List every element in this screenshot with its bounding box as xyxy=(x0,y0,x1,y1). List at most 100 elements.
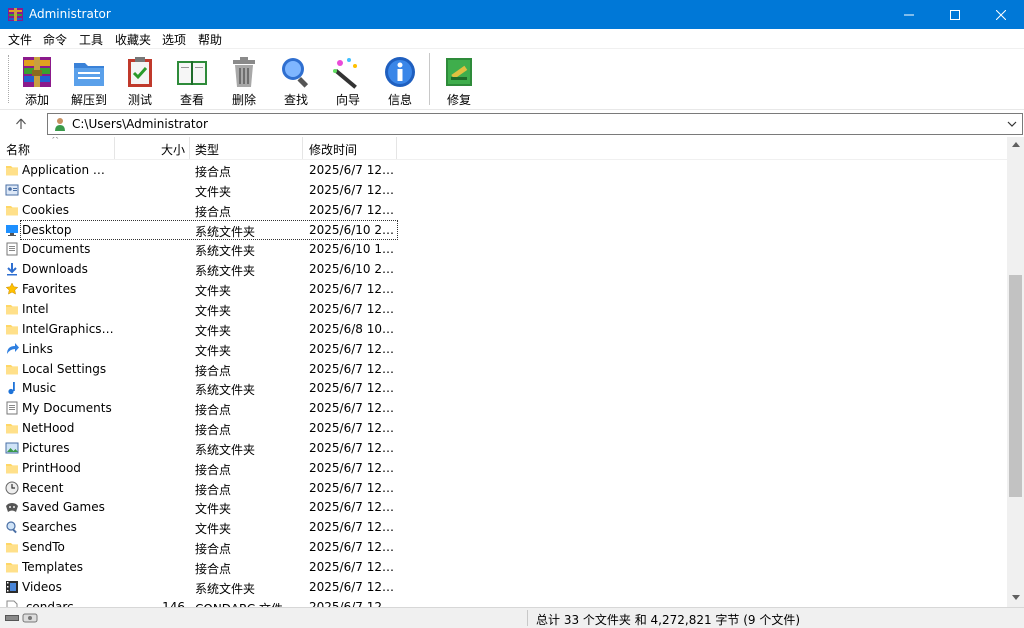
menu-file[interactable]: 文件 xyxy=(8,31,32,48)
file-name: My Documents xyxy=(22,401,112,416)
find-icon xyxy=(282,58,309,88)
toolbar-separator xyxy=(429,53,430,105)
drive-status-icon[interactable] xyxy=(5,612,39,624)
file-modified: 2025/6/7 12:18 xyxy=(309,163,395,177)
add-button[interactable]: 添加 xyxy=(12,53,62,107)
view-button[interactable]: 查看 xyxy=(167,53,217,107)
address-bar: C:\Users\Administrator xyxy=(0,109,1024,137)
extract-to-button-label: 解压到 xyxy=(70,93,107,107)
file-row[interactable]: PrintHood 接合点 2025/6/7 12:18 xyxy=(0,458,1009,478)
file-list[interactable]: 名称 ^ 大小 类型 修改时间 Application Data 接合点 2025/… xyxy=(0,137,1009,607)
file-row[interactable]: .condarc 146 CONDARC 文件 2025/6/7 12:00 xyxy=(0,597,1009,607)
column-modified[interactable]: 修改时间 xyxy=(309,141,357,158)
file-type: 接合点 xyxy=(195,542,232,557)
info-button[interactable]: 信息 xyxy=(375,53,425,107)
add-archive-icon xyxy=(23,57,51,87)
file-name: Searches xyxy=(22,520,77,535)
column-divider[interactable] xyxy=(396,137,397,159)
file-row[interactable]: Contacts 文件夹 2025/6/7 12:19 xyxy=(0,180,1009,200)
file-modified: 2025/6/7 12:19 xyxy=(309,381,395,396)
toolbar-grip[interactable] xyxy=(8,55,11,103)
delete-button[interactable]: 删除 xyxy=(219,53,269,107)
file-modified: 2025/6/7 12:18 xyxy=(309,560,395,574)
scroll-down-button[interactable] xyxy=(1007,590,1024,607)
scroll-thumb[interactable] xyxy=(1009,275,1022,497)
file-row[interactable]: Pictures 系统文件夹 2025/6/7 12:19 xyxy=(0,438,1009,458)
folder-icon xyxy=(6,543,18,553)
close-icon xyxy=(995,9,1007,20)
file-row[interactable]: Music 系统文件夹 2025/6/7 12:19 xyxy=(0,378,1009,398)
file-row[interactable]: SendTo 接合点 2025/6/7 12:18 xyxy=(0,537,1009,557)
repair-button[interactable]: 修复 xyxy=(434,53,484,107)
file-modified: 2025/6/7 12:18 xyxy=(309,480,395,495)
file-row[interactable]: Downloads 系统文件夹 2025/6/10 22... xyxy=(0,259,1009,279)
address-dropdown-button[interactable] xyxy=(1004,115,1020,133)
file-row[interactable]: Local Settings 接合点 2025/6/7 12:18 xyxy=(0,359,1009,379)
file-row[interactable]: IntelGraphicsP... 文件夹 2025/6/8 10:07 xyxy=(0,319,1009,339)
file-row[interactable]: Application Data 接合点 2025/6/7 12:18 xyxy=(0,160,1009,180)
contacts-icon xyxy=(5,184,19,196)
file-row[interactable]: Recent 接合点 2025/6/7 12:18 xyxy=(0,478,1009,498)
file-type: 接合点 xyxy=(195,204,232,219)
file-modified: 2025/6/8 10:07 xyxy=(309,321,395,336)
folder-icon xyxy=(6,166,18,176)
address-input[interactable]: C:\Users\Administrator xyxy=(47,113,1023,135)
file-name: SendTo xyxy=(22,540,65,555)
arrow-up-icon xyxy=(16,118,26,129)
searches-icon xyxy=(6,521,17,534)
file-row[interactable]: Links 文件夹 2025/6/7 12:19 xyxy=(0,339,1009,359)
column-divider[interactable] xyxy=(114,137,115,159)
status-summary: 总计 33 个文件夹 和 4,272,821 字节 (9 个文件) xyxy=(536,613,801,627)
file-name: .condarc xyxy=(22,599,74,607)
column-divider[interactable] xyxy=(302,137,303,159)
file-row[interactable]: My Documents 接合点 2025/6/7 12:18 xyxy=(0,398,1009,418)
test-button[interactable]: 测试 xyxy=(115,53,165,107)
up-folder-button[interactable] xyxy=(8,114,34,134)
test-button-label: 测试 xyxy=(127,93,152,107)
maximize-icon xyxy=(950,9,960,20)
column-divider[interactable] xyxy=(189,137,190,159)
file-row[interactable]: Saved Games 文件夹 2025/6/7 12:19 xyxy=(0,497,1009,517)
menu-commands[interactable]: 命令 xyxy=(43,31,67,48)
file-row[interactable]: Searches 文件夹 2025/6/7 12:20 xyxy=(0,517,1009,537)
file-row[interactable]: NetHood 接合点 2025/6/7 12:18 xyxy=(0,418,1009,438)
file-type: 文件夹 xyxy=(195,502,232,517)
find-button-label: 查找 xyxy=(283,93,308,107)
minimize-button[interactable] xyxy=(886,0,932,29)
vertical-scrollbar[interactable] xyxy=(1007,137,1024,607)
column-name[interactable]: 名称 xyxy=(6,141,30,158)
documents-icon xyxy=(6,401,18,415)
scroll-up-button[interactable] xyxy=(1007,137,1024,154)
file-row[interactable]: Favorites 文件夹 2025/6/7 12:19 xyxy=(0,279,1009,299)
file-row[interactable]: Cookies 接合点 2025/6/7 12:18 xyxy=(0,200,1009,220)
find-button[interactable]: 查找 xyxy=(271,53,321,107)
menu-options[interactable]: 选项 xyxy=(162,31,186,48)
close-button[interactable] xyxy=(978,0,1024,29)
file-row[interactable]: Videos 系统文件夹 2025/6/7 12:19 xyxy=(0,577,1009,597)
maximize-button[interactable] xyxy=(932,0,978,29)
file-row[interactable]: Desktop 系统文件夹 2025/6/10 22... xyxy=(0,219,1009,240)
file-name: Music xyxy=(22,381,57,396)
column-type[interactable]: 类型 xyxy=(195,141,219,158)
winrar-app-icon[interactable] xyxy=(8,7,23,22)
file-name: NetHood xyxy=(22,421,75,436)
saved-games-icon xyxy=(6,503,18,513)
file-name: Recent xyxy=(22,480,64,495)
menu-tools[interactable]: 工具 xyxy=(79,31,103,48)
extract-to-button[interactable]: 解压到 xyxy=(64,53,114,107)
menu-favorites[interactable]: 收藏夹 xyxy=(115,31,151,48)
extract-to-icon xyxy=(74,63,104,86)
links-icon xyxy=(7,342,19,354)
file-row[interactable]: Templates 接合点 2025/6/7 12:18 xyxy=(0,557,1009,577)
view-button-label: 查看 xyxy=(179,93,204,107)
column-size[interactable]: 大小 xyxy=(161,141,185,158)
file-row[interactable]: Intel 文件夹 2025/6/7 12:28 xyxy=(0,299,1009,319)
file-name: Pictures xyxy=(22,440,70,455)
file-type: 系统文件夹 xyxy=(195,264,256,279)
wizard-button-label: 向导 xyxy=(335,93,360,107)
menu-help[interactable]: 帮助 xyxy=(198,31,222,48)
wizard-button[interactable]: 向导 xyxy=(323,53,373,107)
file-name: Videos xyxy=(22,579,62,594)
file-name: IntelGraphicsP... xyxy=(22,321,114,336)
file-row[interactable]: Documents 系统文件夹 2025/6/10 11... xyxy=(0,239,1009,259)
